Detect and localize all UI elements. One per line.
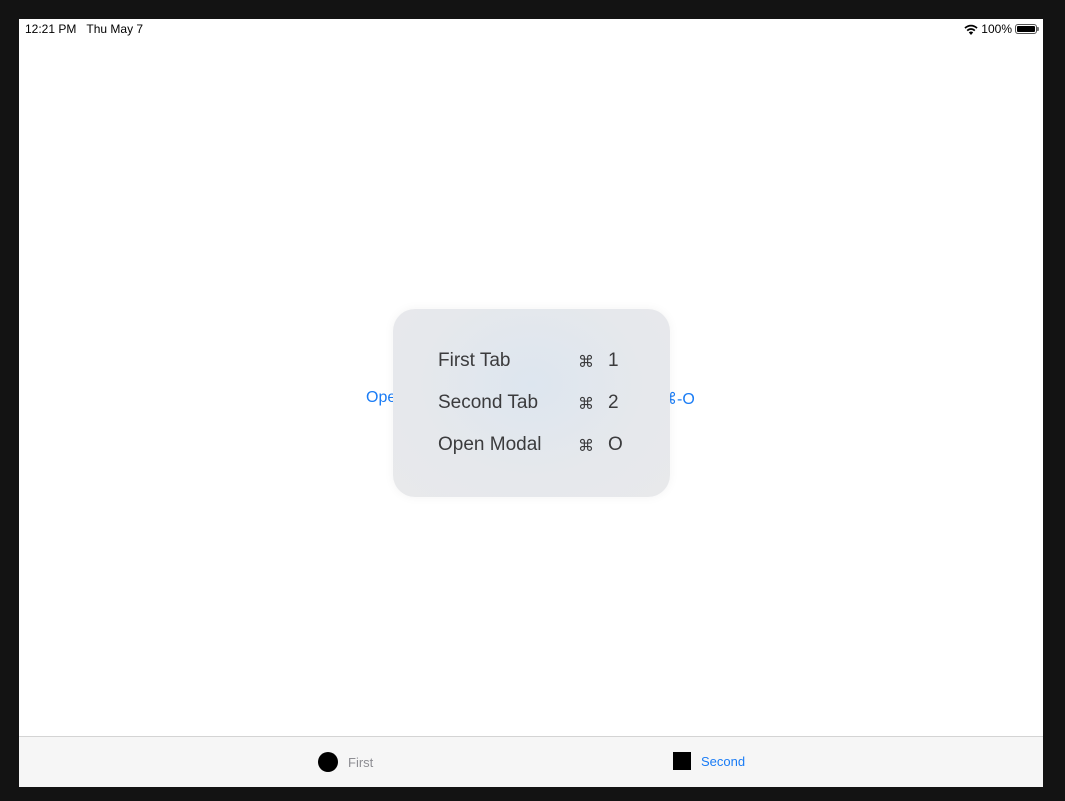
square-icon [673,752,691,770]
battery-percent: 100% [981,22,1012,36]
tab-first[interactable]: First [318,752,373,772]
keyboard-shortcuts-overlay: First Tab ⌘ 1 Second Tab ⌘ 2 Open Modal … [393,309,670,497]
device-screen: 12:21 PM Thu May 7 100% Ope ⌘-O First Ta… [19,19,1043,787]
circle-icon [318,752,338,772]
tab-first-label: First [348,754,374,770]
command-icon: ⌘ [578,352,594,371]
battery-icon [1015,24,1039,34]
command-icon: ⌘ [578,394,594,413]
shortcut-first-tab[interactable]: First Tab ⌘ 1 [438,350,638,374]
status-date: Thu May 7 [86,22,144,36]
shortcut-second-tab[interactable]: Second Tab ⌘ 2 [438,392,638,416]
tab-second-label: Second [701,753,746,769]
status-right: 100% [964,22,1039,36]
tab-second[interactable]: Second [673,752,745,770]
open-modal-link-left[interactable]: Ope [366,389,396,407]
shortcut-open-modal[interactable]: Open Modal ⌘ O [438,434,638,458]
command-icon: ⌘ [578,436,594,455]
status-time: 12:21 PM Thu May 7 [25,22,144,36]
status-bar: 12:21 PM Thu May 7 100% [19,19,1043,39]
tab-bar: First Second [19,736,1043,787]
wifi-icon [964,24,978,35]
